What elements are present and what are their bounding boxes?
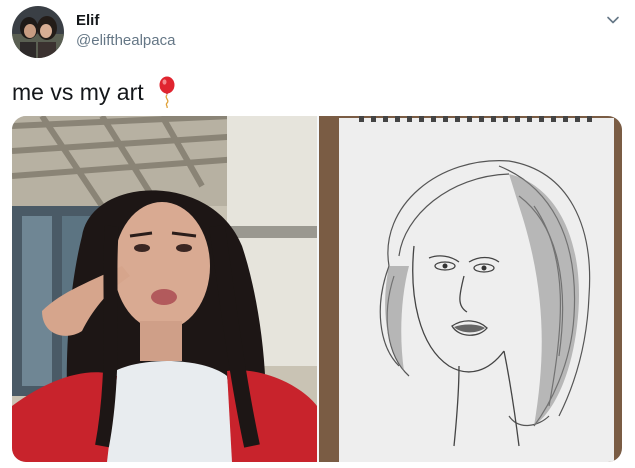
red-balloon-icon [158, 76, 176, 108]
avatar-photo [12, 6, 64, 58]
tweet-body: me vs my art [12, 78, 144, 105]
chevron-down-icon[interactable] [605, 12, 621, 28]
user-handle[interactable]: @elifthealpaca [76, 32, 175, 49]
tweet-media[interactable] [12, 116, 622, 462]
tweet-header: Elif @elifthealpaca [12, 6, 623, 58]
pencil-sketch-on-notebook[interactable] [319, 116, 622, 462]
selfie-photo[interactable] [12, 116, 317, 462]
tweet-text: me vs my art [12, 76, 176, 108]
avatar[interactable] [12, 6, 64, 58]
user-name[interactable]: Elif [76, 12, 99, 29]
